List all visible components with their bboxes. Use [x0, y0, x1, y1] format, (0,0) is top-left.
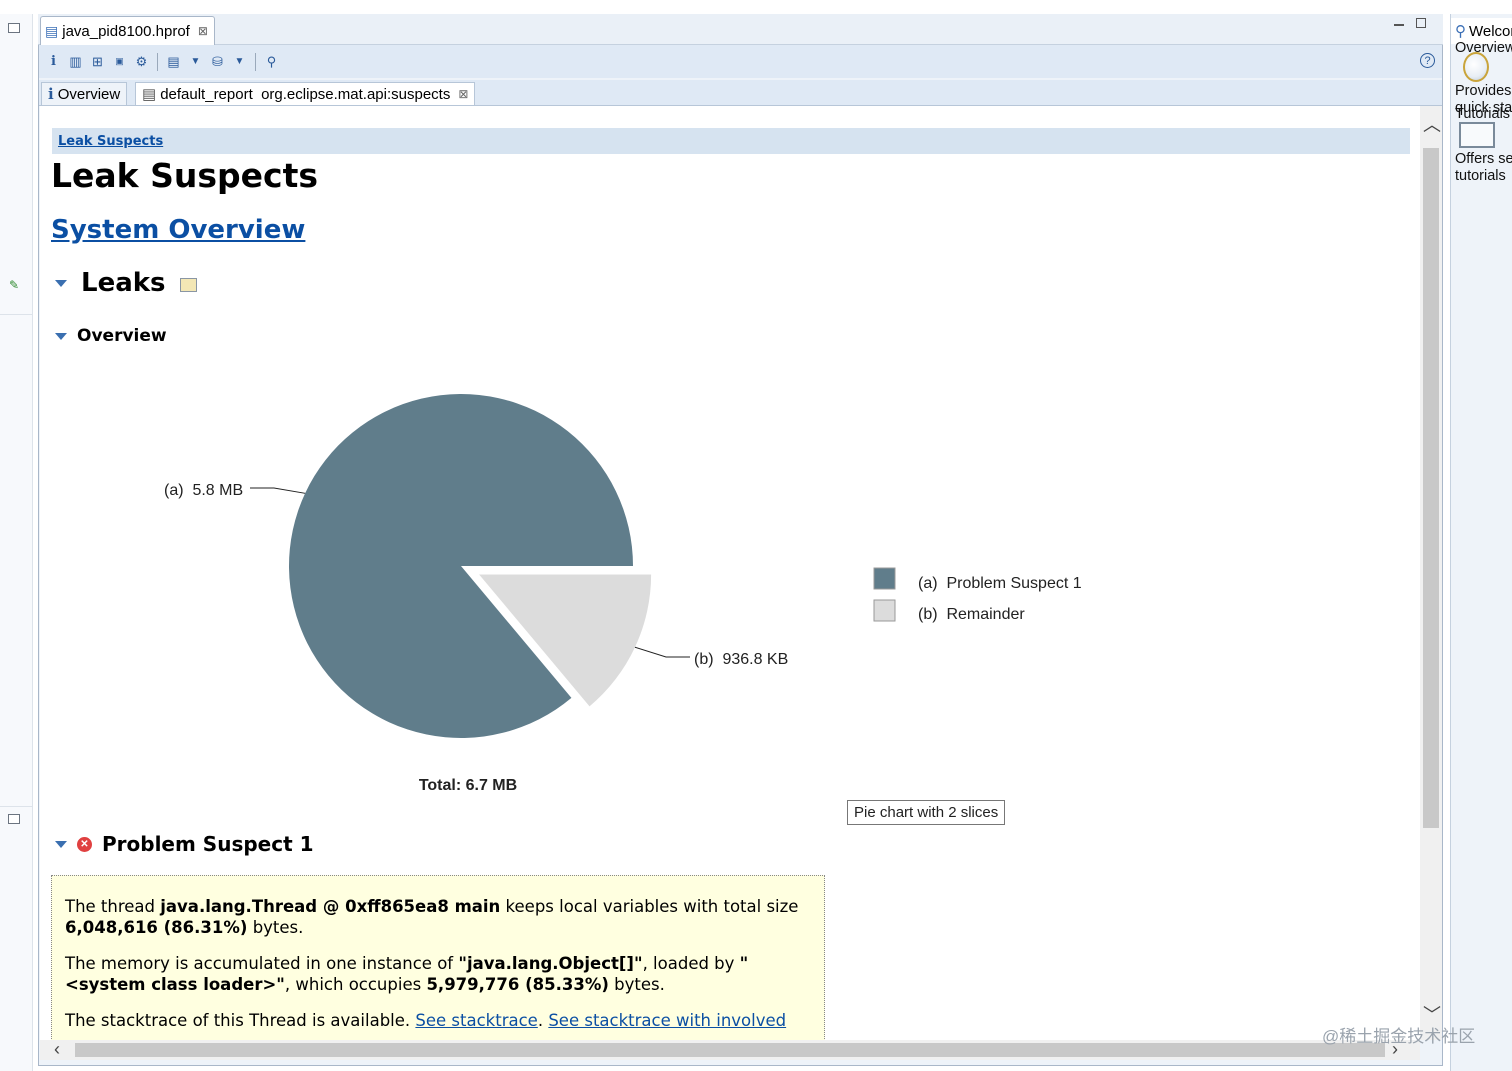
- editor-toolbar: i ▥ ⊞ ▣ ⚙ ▤ ▼ ⛁ ▼ ⚲ ?: [39, 45, 1442, 78]
- toolbar-separator: [255, 52, 256, 71]
- trim-divider: [0, 806, 33, 807]
- dominator-tree-icon[interactable]: ⊞: [89, 53, 106, 70]
- text: The thread: [65, 897, 161, 916]
- pie-data-label-b: (b) 936.8 KB: [694, 651, 788, 668]
- thread-name: java.lang.Thread @ 0xff865ea8 main: [160, 897, 501, 916]
- page-title: Leak Suspects: [51, 156, 318, 195]
- welcome-text: Tutorials: [1455, 106, 1511, 122]
- editor-tab-bar: ▤ java_pid8100.hprof ⊠: [38, 14, 1443, 45]
- text: , loaded by: [642, 954, 740, 973]
- problem-suspect-description: The thread java.lang.Thread @ 0xff865ea8…: [51, 875, 825, 1045]
- vertical-scroll-thumb[interactable]: [1423, 148, 1439, 828]
- tab-default-report[interactable]: ▤ default_report org.eclipse.mat.api:sus…: [135, 82, 476, 105]
- watermark: @稀土掘金技术社区: [1322, 1027, 1476, 1046]
- report-icon: ▤: [142, 86, 157, 103]
- query-browser-icon[interactable]: ⛁: [209, 53, 226, 70]
- pie-leader-line-b: [634, 646, 690, 658]
- editor-tab-label: java_pid8100.hprof: [62, 22, 190, 40]
- occupied-size: 5,979,776 (85.33%): [426, 975, 609, 994]
- suspect-paragraph-3: The stacktrace of this Thread is availab…: [65, 1010, 812, 1031]
- chart-tooltip: Pie chart with 2 slices: [847, 800, 1006, 825]
- see-stacktrace-involved-link[interactable]: See stacktrace with involved: [548, 1011, 786, 1030]
- legend-entry-b: (b) Remainder: [918, 606, 1025, 623]
- minimize-icon[interactable]: [1394, 24, 1404, 26]
- error-icon: ✕: [77, 836, 92, 852]
- leaks-section-header[interactable]: Leaks: [55, 268, 197, 298]
- chevron-down-icon[interactable]: ▼: [187, 53, 204, 70]
- restore-icon[interactable]: [8, 23, 20, 33]
- welcome-text: Overview: [1455, 40, 1512, 56]
- text: bytes.: [247, 918, 304, 937]
- leaks-heading: Leaks: [81, 268, 166, 298]
- welcome-panel: ⚲ Welcome Overview Provides quick sta Tu…: [1450, 14, 1512, 1071]
- pie-chart: (a) 5.8 MB (b) 936.8 KB (a) Problem Susp…: [164, 393, 1082, 794]
- vertical-scrollbar[interactable]: ︿ ﹀: [1420, 106, 1442, 1040]
- scroll-left-icon[interactable]: ‹: [54, 1040, 60, 1058]
- text: , which occupies: [284, 975, 427, 994]
- search-icon[interactable]: ⚲: [263, 53, 280, 70]
- horizontal-scrollbar[interactable]: ‹ ›: [40, 1040, 1420, 1060]
- pie-leader-line-a: [250, 487, 306, 494]
- close-icon[interactable]: ⊠: [198, 24, 208, 38]
- run-report-icon[interactable]: ▤: [165, 53, 182, 70]
- pie-data-label-a: (a) 5.8 MB: [164, 482, 243, 499]
- text: .: [537, 1011, 549, 1030]
- welcome-text: tutorials: [1455, 168, 1506, 184]
- maximize-icon[interactable]: [1416, 18, 1426, 28]
- info-icon[interactable]: i: [45, 53, 62, 70]
- see-stacktrace-link[interactable]: See stacktrace: [415, 1011, 537, 1030]
- restore-icon[interactable]: [8, 814, 20, 824]
- tab-overview[interactable]: i Overview: [41, 82, 128, 105]
- breadcrumb: Leak Suspects: [52, 128, 1410, 154]
- text: bytes.: [608, 975, 665, 994]
- histogram-icon[interactable]: ▥: [67, 53, 84, 70]
- welcome-text: Offers se: [1455, 151, 1512, 167]
- tab-overview-label: Overview: [57, 85, 121, 103]
- tutorials-icon[interactable]: [1459, 122, 1495, 148]
- text: The memory is accumulated in one instanc…: [65, 954, 459, 973]
- report-subtabs: i Overview ▤ default_report org.eclipse.…: [39, 80, 1442, 106]
- pie-total-label: Total: 6.7 MB: [419, 777, 517, 794]
- editor-tab-heap-dump[interactable]: ▤ java_pid8100.hprof ⊠: [40, 16, 215, 45]
- welcome-tab-label: Welcome: [1469, 22, 1512, 40]
- editor-window-controls: [1394, 18, 1426, 28]
- breadcrumb-link-leak-suspects[interactable]: Leak Suspects: [58, 134, 163, 149]
- suspect-paragraph-1: The thread java.lang.Thread @ 0xff865ea8…: [65, 896, 812, 938]
- horizontal-scroll-thumb[interactable]: [75, 1043, 1385, 1057]
- pin-icon[interactable]: ✎: [9, 278, 19, 292]
- thread-overview-icon[interactable]: ⚙: [133, 53, 150, 70]
- help-icon[interactable]: ?: [1420, 53, 1435, 68]
- expand-triangle-icon[interactable]: [55, 279, 67, 287]
- trim-divider: [0, 314, 33, 315]
- globe-icon[interactable]: [1463, 52, 1489, 82]
- close-icon[interactable]: ⊠: [458, 87, 468, 101]
- expand-triangle-icon[interactable]: [55, 332, 67, 340]
- class-name: "java.lang.Object[]": [458, 954, 643, 973]
- overview-section-header[interactable]: Overview: [55, 326, 167, 346]
- toolbar-separator: [157, 52, 158, 71]
- text: The stacktrace of this Thread is availab…: [65, 1011, 416, 1030]
- oql-icon[interactable]: ▣: [111, 53, 128, 70]
- text: keeps local variables with total size: [500, 897, 799, 916]
- retained-size: 6,048,616 (86.31%): [65, 918, 248, 937]
- tab-default-report-label: default_report org.eclipse.mat.api:suspe…: [160, 85, 451, 103]
- scroll-up-icon[interactable]: ︿: [1423, 116, 1441, 134]
- details-icon[interactable]: [179, 278, 197, 292]
- chevron-down-icon[interactable]: ▼: [231, 53, 248, 70]
- overview-heading: Overview: [77, 326, 167, 346]
- problem-suspect-heading: Problem Suspect 1: [102, 832, 314, 856]
- welcome-text: Provides: [1455, 83, 1512, 99]
- left-trim-bar: ✎: [0, 14, 33, 1071]
- suspect-paragraph-2: The memory is accumulated in one instanc…: [65, 953, 812, 995]
- legend-swatch-a: [873, 567, 896, 590]
- legend-entry-a: (a) Problem Suspect 1: [918, 575, 1082, 592]
- info-icon: i: [48, 85, 54, 103]
- database-icon: ▤: [45, 22, 59, 39]
- welcome-icon: ⚲: [1455, 23, 1466, 40]
- problem-suspect-header[interactable]: ✕ Problem Suspect 1: [55, 832, 314, 856]
- system-overview-link[interactable]: System Overview: [51, 215, 305, 245]
- expand-triangle-icon[interactable]: [55, 840, 67, 848]
- legend-swatch-b: [873, 599, 896, 622]
